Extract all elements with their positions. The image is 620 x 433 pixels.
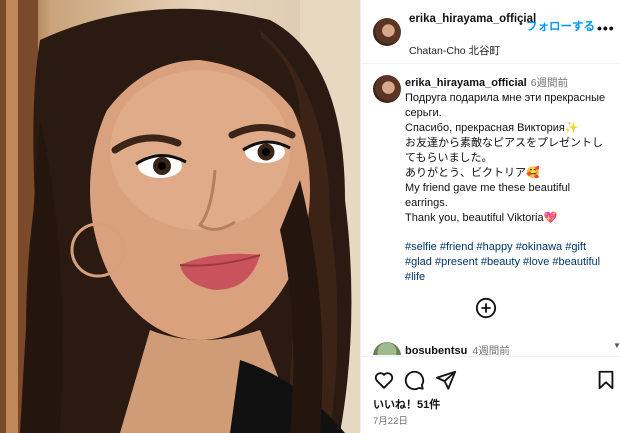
caption-time[interactable]: 6週間前 [531, 77, 568, 89]
comment-avatar[interactable] [373, 342, 401, 355]
post-photo [0, 0, 360, 433]
caption-line: My friend gave me these beautiful earrin… [405, 182, 571, 209]
caption-line: ありがとう、ビクトリア🥰 [405, 167, 540, 179]
comment-icon[interactable] [403, 369, 425, 391]
comment: bosubentsu 4週間前 [405, 343, 510, 355]
comment-username[interactable]: bosubentsu [405, 345, 467, 355]
hashtags[interactable]: #selfie #friend #happy #okinawa #gift #g… [405, 240, 610, 285]
post-date[interactable]: 7月22日 [373, 413, 408, 427]
header-username[interactable]: erika_hirayama_official [409, 12, 536, 27]
comments-section[interactable]: erika_hirayama_official 6週間前 Подруга пода… [361, 65, 620, 355]
photo-illustration [0, 0, 360, 433]
caption-line: Thank you, beautiful Viktoria💖 [405, 212, 558, 224]
caption: erika_hirayama_official 6週間前 Подруга пода… [405, 76, 610, 285]
post-detail-panel: erika_hirayama_official • フォローする ••• Cha… [360, 0, 620, 433]
share-icon[interactable] [435, 369, 457, 391]
avatar[interactable] [373, 18, 401, 46]
comment-time[interactable]: 4週間前 [472, 345, 509, 355]
follow-button[interactable]: フォローする [526, 18, 595, 34]
scroll-down-arrow-icon[interactable]: ▼ [613, 341, 620, 350]
caption-line: お友達から素敵なピアスをプレゼントしてもらいました。 [405, 137, 603, 164]
caption-line: Спасибо, прекрасная Виктория✨ [405, 122, 579, 134]
post-header: erika_hirayama_official • フォローする ••• Cha… [361, 0, 620, 64]
caption-line: Подруга подарила мне эти прекрасные серь… [405, 92, 606, 119]
heart-icon[interactable] [373, 369, 395, 391]
likes-count[interactable]: いいね！51件 [373, 396, 440, 412]
more-icon[interactable]: ••• [597, 20, 615, 36]
bookmark-icon[interactable] [595, 369, 617, 391]
caption-avatar[interactable] [373, 75, 401, 103]
action-bar: いいね！51件 7月22日 [361, 356, 620, 433]
caption-username[interactable]: erika_hirayama_official [405, 77, 527, 89]
add-circle-icon[interactable] [475, 297, 497, 319]
location-link[interactable]: Chatan-Cho 北谷町 [409, 43, 500, 58]
separator-dot: • [519, 18, 523, 30]
